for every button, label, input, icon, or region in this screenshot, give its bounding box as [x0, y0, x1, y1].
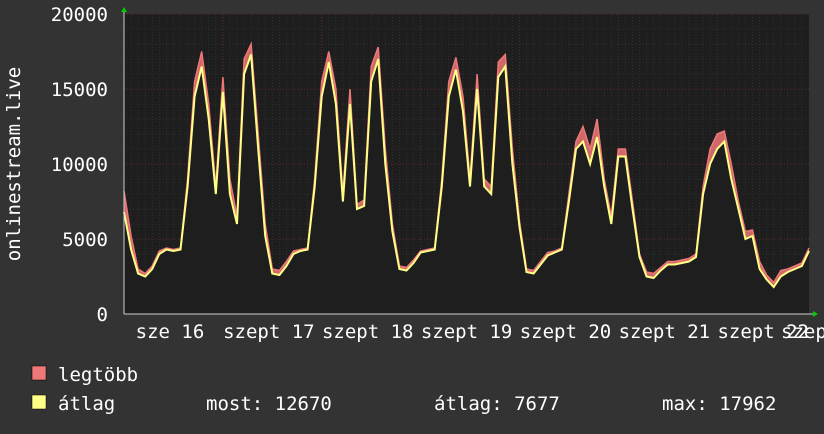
chart-svg: 0 5000 10000 15000 20000 sze 16 szept 17 szept …	[0, 0, 824, 430]
x-tick-label: szept 21	[619, 321, 711, 343]
legend-label-avg: átlag	[58, 393, 115, 415]
stat-max: max: 17962	[662, 393, 776, 415]
x-tick-label: szept 20	[520, 321, 612, 343]
stat-current: most: 12670	[206, 393, 332, 415]
y-tick-label: 0	[97, 304, 108, 326]
y-tick-label: 5000	[62, 229, 108, 251]
y-tick-label: 15000	[51, 79, 108, 101]
legend-label-max: legtöbb	[58, 364, 138, 386]
stat-average: átlag: 7677	[434, 393, 560, 415]
y-tick-label: 20000	[51, 4, 108, 26]
x-tick-label: szept 19	[421, 321, 513, 343]
x-tick-label: sze 16	[136, 321, 205, 343]
legend-swatch-max	[31, 365, 47, 381]
x-tick-label: szept 17	[223, 321, 315, 343]
y-axis-label: onlinestream.live	[3, 67, 25, 261]
traffic-chart: 0 5000 10000 15000 20000 sze 16 szept 17 szept …	[0, 0, 824, 430]
x-tick-label: szept 18	[322, 321, 414, 343]
y-tick-label: 10000	[51, 154, 108, 176]
x-tick-label-suffix: szep	[781, 321, 824, 343]
legend-swatch-avg	[31, 394, 47, 410]
